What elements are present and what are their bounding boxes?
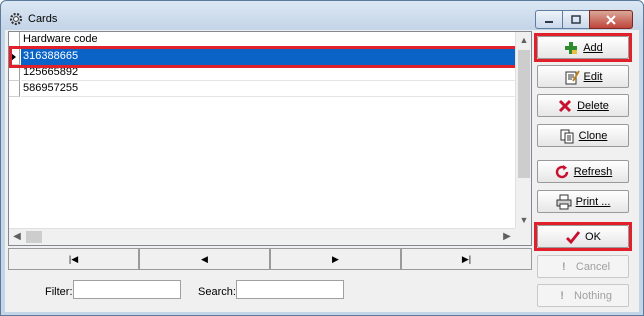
clone-icon [560,129,574,143]
checkmark-icon [566,230,581,244]
maximize-icon [571,14,581,24]
hardware-code-cell[interactable]: 316388665 [21,49,515,65]
scroll-up-icon[interactable]: ▲ [516,32,532,48]
print-button[interactable]: Print ... [537,190,629,213]
column-header-hardware-code[interactable]: Hardware code [21,32,515,48]
refresh-button[interactable]: Refresh [537,160,629,183]
scroll-corner [515,228,531,245]
ok-label: OK [585,230,601,243]
first-record-button[interactable]: |◀ [8,248,139,270]
cancel-label: Cancel [575,260,611,273]
row-indicator[interactable] [9,65,20,81]
window-title: Cards [28,13,58,25]
scroll-right-icon[interactable]: ▶ [499,229,515,245]
close-icon [606,14,616,25]
edit-icon [565,69,580,84]
hardware-code-cell[interactable]: 586957255 [21,81,515,97]
printer-icon [556,194,572,209]
record-navigator: |◀ ◀ ▶ ▶| [8,248,532,270]
prior-record-button[interactable]: ◀ [139,248,270,270]
minimize-button[interactable] [535,10,562,29]
minimize-icon [545,20,553,23]
search-input[interactable] [236,280,344,299]
clone-label: Clone [578,129,608,142]
dialog-client: Hardware code 316388665 125665892 586957… [5,30,639,312]
current-row-arrow-icon [11,53,16,61]
window-controls [535,10,633,29]
plus-icon [565,41,578,54]
exclamation-icon: ! [560,289,564,302]
table-row[interactable]: 316388665 [9,49,515,65]
vertical-scroll-thumb[interactable] [518,50,530,178]
vertical-scrollbar[interactable]: ▲ ▼ [515,32,531,228]
cards-window: Cards Hardware code 316388665 125665892 … [0,0,644,316]
row-indicator[interactable] [9,49,20,65]
close-button[interactable] [589,10,633,29]
ok-button[interactable]: OK [537,225,629,248]
refresh-icon [555,164,568,178]
header-indicator [9,32,20,48]
horizontal-scrollbar[interactable]: ◀ ▶ [9,228,515,245]
cards-grid[interactable]: Hardware code 316388665 125665892 586957… [8,31,532,246]
nothing-button[interactable]: ! Nothing [537,284,629,307]
refresh-label: Refresh [573,165,613,178]
scroll-left-icon[interactable]: ◀ [9,229,25,245]
title-bar[interactable]: Cards [1,1,643,29]
last-record-button[interactable]: ▶| [401,248,532,270]
cancel-button[interactable]: ! Cancel [537,255,629,278]
edit-button[interactable]: Edit [537,65,629,88]
edit-label: Edit [583,70,603,83]
hardware-code-cell[interactable]: 125665892 [21,65,515,81]
filter-label: Filter: [45,286,73,298]
print-label: Print ... [575,195,611,208]
table-row[interactable]: 586957255 [9,81,515,97]
clone-button[interactable]: Clone [537,124,629,147]
add-button[interactable]: Add [537,36,629,59]
table-row[interactable]: 125665892 [9,65,515,81]
gear-icon [9,12,23,26]
scroll-down-icon[interactable]: ▼ [516,212,532,228]
search-label: Search: [198,286,236,298]
nothing-label: Nothing [574,289,612,302]
add-label: Add [583,41,603,54]
grid-header-row: Hardware code [9,32,515,48]
horizontal-scroll-thumb[interactable] [26,231,42,243]
delete-button[interactable]: Delete [537,94,629,117]
exclamation-icon: ! [562,260,566,273]
filter-input[interactable] [73,280,181,299]
x-icon [559,99,572,112]
row-indicator[interactable] [9,81,20,97]
delete-label: Delete [577,99,609,112]
maximize-button[interactable] [562,10,589,29]
next-record-button[interactable]: ▶ [270,248,401,270]
